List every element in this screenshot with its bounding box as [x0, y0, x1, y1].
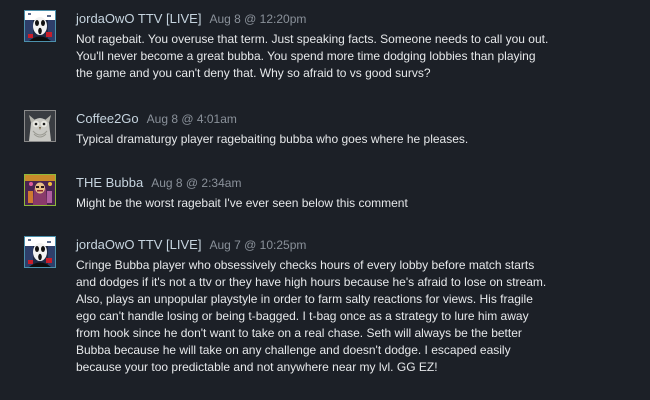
comment-date: Aug 8 @ 4:01am [146, 112, 237, 126]
comment-text-line: Cringe Bubba player who obsessively chec… [76, 258, 535, 272]
owl-avatar-icon [25, 111, 55, 141]
comment-thread: jordaOwO TTV [LIVE] Aug 8 @ 12:20pm Not r… [0, 0, 650, 400]
comment-body: Coffee2Go Aug 8 @ 4:01am Typical dramatur… [76, 110, 630, 148]
comment-text-line: because your too predictable and not any… [76, 360, 438, 374]
comment-text-line: Typical dramaturgy player ragebaiting bu… [76, 132, 469, 146]
avatar[interactable] [24, 236, 56, 268]
comment-text: Not ragebait. You overuse that term. Jus… [76, 31, 630, 82]
comment-text: Typical dramaturgy player ragebaiting bu… [76, 131, 630, 148]
comment-text-line: You'll never become a great bubba. You s… [76, 49, 536, 63]
comment-date: Aug 7 @ 10:25pm [209, 238, 307, 252]
author-name[interactable]: jordaOwO TTV [LIVE] [76, 237, 201, 252]
comment-text-line: Might be the worst ragebait I've ever se… [76, 196, 408, 210]
comment-text-line: Also, plays an unpopular playstyle in or… [76, 292, 533, 306]
author-name[interactable]: jordaOwO TTV [LIVE] [76, 11, 201, 26]
comment-header: THE Bubba Aug 8 @ 2:34am [76, 174, 630, 192]
comment-text-line: ego can't handle losing or being t-bagge… [76, 309, 529, 323]
comment-text-line: the game and you can't deny that. Why so… [76, 66, 431, 80]
comment-date: Aug 8 @ 12:20pm [209, 12, 307, 26]
comment-header: jordaOwO TTV [LIVE] Aug 7 @ 10:25pm [76, 236, 630, 254]
comment-text: Might be the worst ragebait I've ever se… [76, 195, 630, 212]
avatar[interactable] [24, 110, 56, 142]
avatar[interactable] [24, 174, 56, 206]
avatar[interactable] [24, 10, 56, 42]
comment-header: jordaOwO TTV [LIVE] Aug 8 @ 12:20pm [76, 10, 630, 28]
author-name[interactable]: Coffee2Go [76, 111, 139, 126]
ghostface-avatar-icon [25, 237, 55, 267]
comment-body: jordaOwO TTV [LIVE] Aug 8 @ 12:20pm Not r… [76, 10, 630, 82]
author-name[interactable]: THE Bubba [76, 175, 143, 190]
comment-text-line: from hook since he don't want to take on… [76, 326, 522, 340]
comment-date: Aug 8 @ 2:34am [151, 176, 242, 190]
comment-text-line: Bubba because he will take on any challe… [76, 343, 511, 357]
bubba-avatar-icon [25, 175, 55, 205]
comment-text-line: and dodges if it's not a ttv or they hav… [76, 275, 547, 289]
comment-body: THE Bubba Aug 8 @ 2:34am Might be the wor… [76, 174, 630, 212]
comment-text-line: Not ragebait. You overuse that term. Jus… [76, 32, 549, 46]
comment-body: jordaOwO TTV [LIVE] Aug 7 @ 10:25pm Cring… [76, 236, 630, 376]
comment-header: Coffee2Go Aug 8 @ 4:01am [76, 110, 630, 128]
ghostface-avatar-icon [25, 11, 55, 41]
comment-text: Cringe Bubba player who obsessively chec… [76, 257, 630, 376]
